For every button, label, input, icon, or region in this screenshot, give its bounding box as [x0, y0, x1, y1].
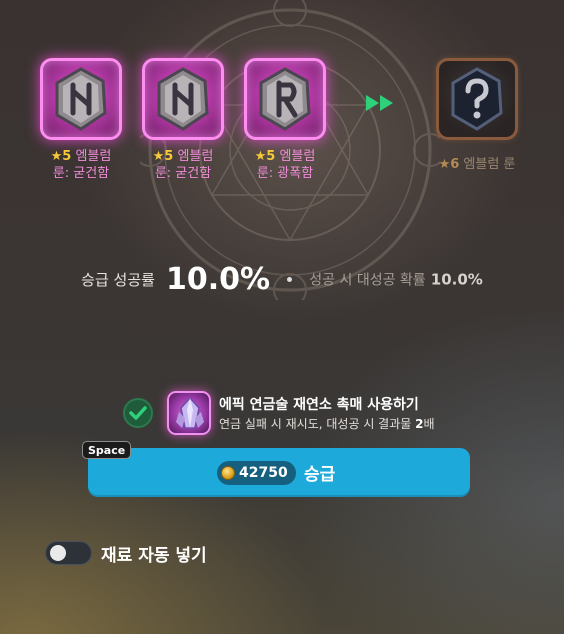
great-success-value: 10.0%	[430, 270, 483, 289]
catalyst-checkbox[interactable]	[123, 398, 153, 428]
success-rate-line: 승급 성공률 10.0% 성공 시 대성공 확률 10.0%	[0, 262, 564, 297]
success-rate-label: 승급 성공률	[81, 271, 155, 289]
question-mark-icon	[451, 67, 503, 131]
rune-n-icon	[55, 67, 107, 131]
great-success-label: 성공 시 대성공 확률	[309, 272, 426, 289]
auto-fill-toggle[interactable]	[45, 541, 92, 565]
material-slot-2[interactable]	[142, 58, 224, 140]
cost-pill: 42750	[217, 461, 296, 485]
hotkey-badge: Space	[82, 441, 132, 459]
check-icon	[129, 406, 147, 420]
upgrade-label: 승급	[304, 465, 336, 485]
material-label-2: ★5 엠블럼 룬: 굳건함	[152, 149, 214, 181]
crystal-catalyst-icon	[176, 396, 204, 429]
catalyst-item[interactable]	[167, 391, 211, 435]
result-label: ★6 엠블럼 룬	[438, 157, 516, 172]
result-slot	[436, 58, 518, 140]
rune-n-icon	[157, 67, 209, 131]
catalyst-description: 연금 실패 시 재시도, 대성공 시 결과물 2배	[219, 417, 435, 431]
success-rate-value: 10.0%	[166, 262, 271, 297]
bullet-separator	[287, 277, 293, 282]
material-slot-1[interactable]	[40, 58, 122, 140]
auto-fill-label: 재료 자동 넣기	[101, 546, 207, 566]
material-label-3: ★5 엠블럼 룬: 광폭함	[254, 149, 316, 181]
catalyst-title: 에픽 연금술 재연소 촉매 사용하기	[219, 397, 419, 413]
upgrade-button[interactable]: 42750 승급	[88, 448, 470, 497]
fast-forward-arrows-icon	[366, 95, 393, 111]
material-label-1: ★5 엠블럼 룬: 굳건함	[50, 149, 112, 181]
toggle-knob	[50, 545, 66, 561]
material-slot-3[interactable]	[244, 58, 326, 140]
gold-coin-icon	[221, 466, 235, 480]
rune-r-icon	[259, 67, 311, 131]
cost-value: 42750	[239, 465, 288, 481]
